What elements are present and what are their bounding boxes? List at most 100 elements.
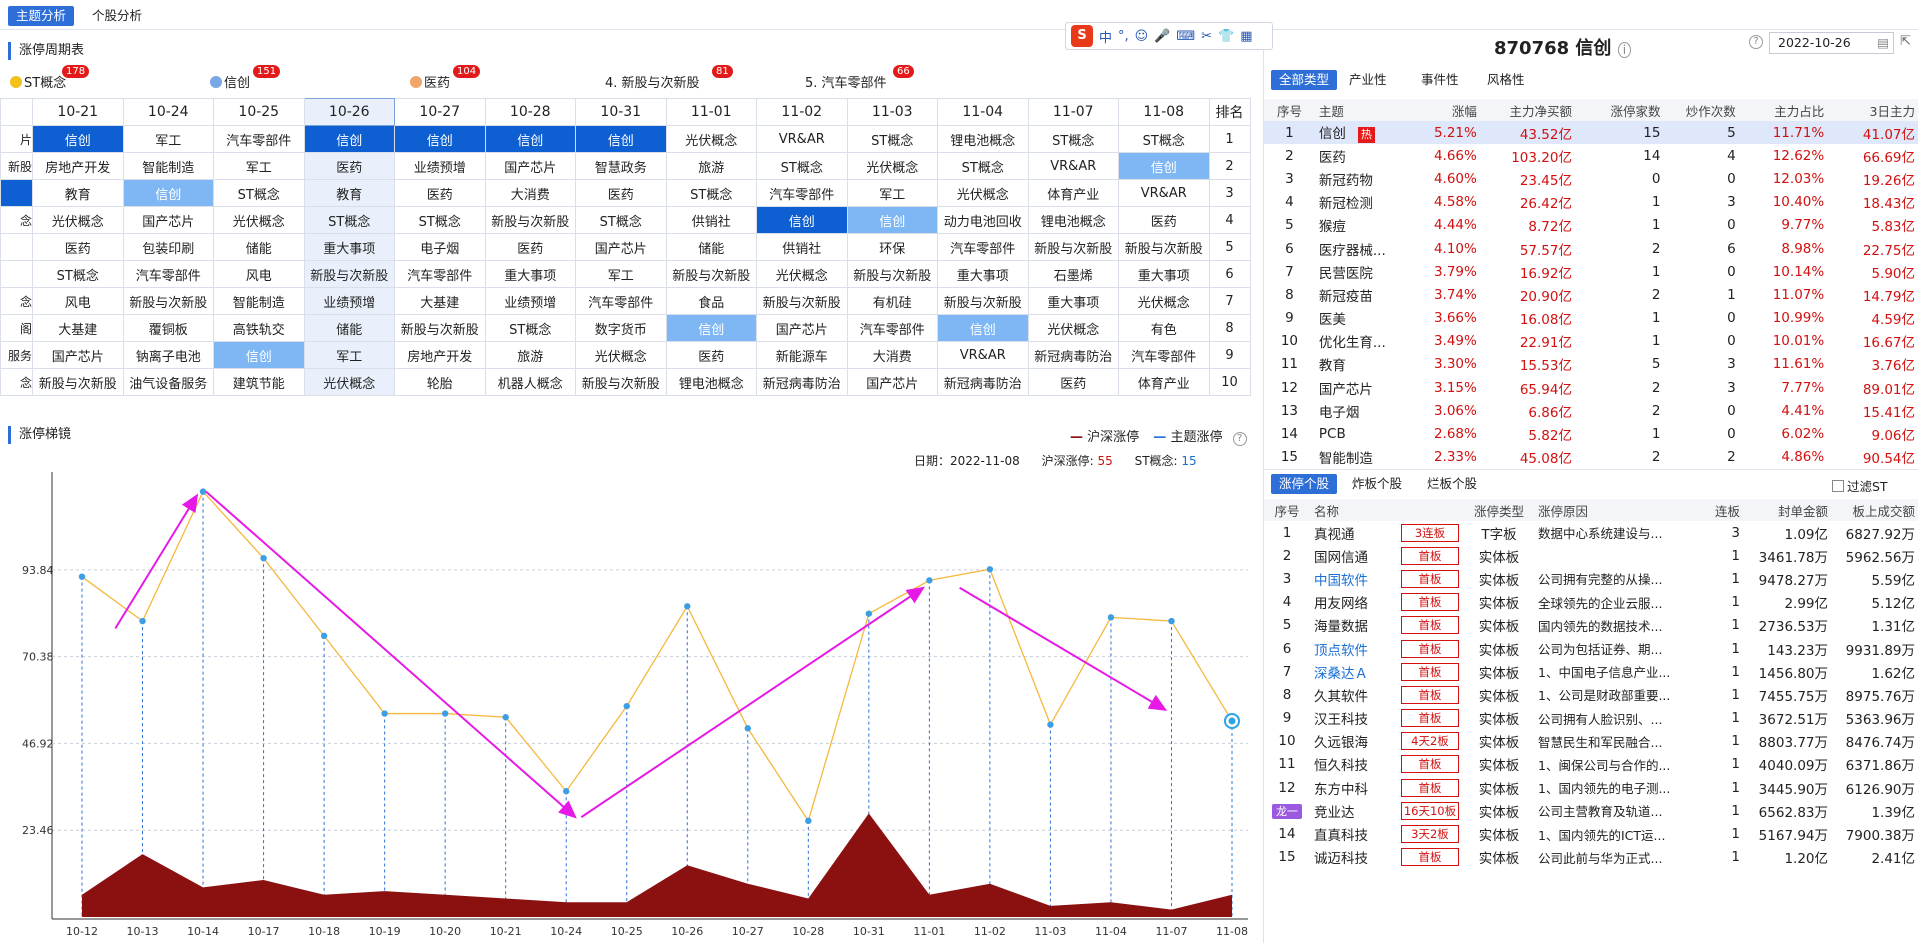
grid-theme-cell[interactable]: 新股与次新股: [575, 368, 667, 396]
grid-theme-cell[interactable]: 储能: [303, 314, 395, 342]
grid-theme-cell[interactable]: 信创: [1118, 152, 1210, 180]
theme-col-header[interactable]: 序号: [1264, 99, 1315, 121]
info-icon[interactable]: i: [1617, 42, 1632, 58]
grid-theme-cell[interactable]: 建筑节能: [213, 368, 305, 396]
grid-theme-cell[interactable]: 新股与次新股: [303, 260, 395, 288]
theme-col-header[interactable]: 涨幅: [1414, 99, 1481, 121]
grid-theme-cell[interactable]: 光伏概念: [1027, 314, 1119, 342]
grid-theme-cell[interactable]: 光伏概念: [1118, 287, 1210, 315]
stock-row[interactable]: 1 真视通 3连板 T字板 数据中心系统建设与... 3 1.09亿 6827.92万: [1264, 521, 1918, 544]
grid-theme-cell[interactable]: 食品: [665, 287, 757, 315]
grid-theme-cell[interactable]: 汽车零部件: [937, 233, 1029, 261]
tools-icon[interactable]: ✂: [1201, 29, 1212, 44]
tab-stock-analysis[interactable]: 个股分析: [84, 6, 150, 26]
theme-col-header[interactable]: 涨停家数: [1575, 99, 1665, 121]
grid-theme-cell[interactable]: 旅游: [484, 341, 576, 369]
export-icon[interactable]: ⇱: [1900, 34, 1911, 49]
grid-theme-cell[interactable]: 大基建: [394, 287, 486, 315]
filter-st[interactable]: 过滤ST: [1832, 476, 1888, 495]
grid-theme-cell[interactable]: 信创: [394, 125, 486, 153]
grid-theme-cell[interactable]: 光伏概念: [213, 206, 305, 234]
grid-clipped-cell[interactable]: 念: [0, 206, 33, 234]
grid-clipped-cell[interactable]: 念: [0, 287, 33, 315]
stock-col-header[interactable]: 序号: [1264, 499, 1310, 521]
grid-date-header[interactable]: 11-04: [937, 98, 1029, 126]
hot-theme-2[interactable]: 信创 151: [210, 65, 281, 91]
theme-point[interactable]: [563, 788, 570, 795]
grid-theme-cell[interactable]: 体育产业: [1027, 179, 1119, 207]
grid-clipped-cell[interactable]: 念: [0, 368, 33, 396]
grid-theme-cell[interactable]: 信创: [213, 341, 305, 369]
filter-st-checkbox[interactable]: [1832, 480, 1844, 492]
stock-row[interactable]: 12 东方中科 首板 实体板 1、国内领先的电子测... 1 3445.90万 6126.90…: [1264, 776, 1918, 799]
grid-theme-cell[interactable]: 油气设备服务: [122, 368, 214, 396]
grid-theme-cell[interactable]: 大消费: [484, 179, 576, 207]
grid-theme-cell[interactable]: 信创: [575, 125, 667, 153]
stock-row[interactable]: 5 海量数据 首板 实体板 国内领先的数据技术... 1 2736.53万 1.31亿: [1264, 614, 1918, 637]
grid-theme-cell[interactable]: 信创: [756, 206, 848, 234]
theme-row[interactable]: 1 信创热 5.21% 43.52亿 15 5 11.71% 41.07亿: [1264, 121, 1918, 145]
grid-theme-cell[interactable]: 高铁轨交: [213, 314, 305, 342]
grid-theme-cell[interactable]: 业绩预增: [303, 287, 395, 315]
grid-theme-cell[interactable]: 新股与次新股: [1027, 233, 1119, 261]
theme-point[interactable]: [1168, 617, 1175, 625]
punctuation-icon[interactable]: °,: [1118, 29, 1129, 44]
grid-date-header[interactable]: 10-21: [32, 98, 124, 126]
theme-row[interactable]: 3 新冠药物 4.60% 23.45亿 0 0 12.03% 19.26亿: [1264, 167, 1918, 190]
grid-theme-cell[interactable]: 新股与次新股: [32, 368, 124, 396]
theme-row[interactable]: 15 智能制造 2.33% 45.08亿 2 2 4.86% 90.54亿: [1264, 446, 1918, 469]
theme-row[interactable]: 13 电子烟 3.06% 6.86亿 2 0 4.41% 15.41亿: [1264, 399, 1918, 422]
grid-theme-cell[interactable]: 轮胎: [394, 368, 486, 396]
type-tab-3[interactable]: 事件性: [1413, 70, 1467, 90]
grid-date-header[interactable]: 11-02: [756, 98, 848, 126]
theme-point[interactable]: [260, 554, 267, 562]
stock-col-header[interactable]: [1396, 499, 1464, 521]
grid-theme-cell[interactable]: 国产芯片: [575, 233, 667, 261]
stock-row[interactable]: 7 深桑达Ａ 首板 实体板 1、中国电子信息产业... 1 1456.80万 1.62亿: [1264, 660, 1918, 683]
grid-theme-cell[interactable]: 体育产业: [1118, 368, 1210, 396]
grid-theme-cell[interactable]: 电子烟: [394, 233, 486, 261]
grid-theme-cell[interactable]: 新股与次新股: [846, 260, 938, 288]
grid-theme-cell[interactable]: 国产芯片: [846, 368, 938, 396]
stock-col-header[interactable]: 板上成交额: [1832, 499, 1918, 521]
grid-clipped-cell[interactable]: [0, 179, 33, 207]
grid-theme-cell[interactable]: 医药: [1027, 368, 1119, 396]
grid-theme-cell[interactable]: 军工: [303, 341, 395, 369]
ime-toolbar[interactable]: S 中 °, ☺ 🎤 ⌨ ✂ 👕 ▦: [1065, 22, 1273, 50]
stock-row[interactable]: 6 顶点软件 首板 实体板 公司为包括证券、期... 1 143.23万 9931.89万: [1264, 637, 1918, 660]
grid-theme-cell[interactable]: 国产芯片: [756, 314, 848, 342]
theme-point[interactable]: [320, 632, 328, 640]
grid-theme-cell[interactable]: 数字货币: [575, 314, 667, 342]
grid-theme-cell[interactable]: 汽车零部件: [575, 287, 667, 315]
grid-theme-cell[interactable]: 业绩预增: [394, 152, 486, 180]
tab-theme-analysis[interactable]: 主题分析: [8, 6, 75, 26]
theme-point[interactable]: [1047, 721, 1054, 728]
stock-tab-3[interactable]: 烂板个股: [1419, 474, 1485, 494]
grid-clipped-cell[interactable]: [0, 233, 33, 261]
grid-theme-cell[interactable]: ST概念: [937, 152, 1029, 180]
grid-theme-cell[interactable]: 新股与次新股: [484, 206, 576, 234]
stock-row[interactable]: 4 用友网络 首板 实体板 全球领先的企业云服... 1 2.99亿 5.12亿: [1264, 591, 1918, 614]
theme-row[interactable]: 4 新冠检测 4.58% 26.42亿 1 3 10.40% 18.43亿: [1264, 191, 1918, 214]
grid-theme-cell[interactable]: 供销社: [756, 233, 848, 261]
grid-theme-cell[interactable]: 医药: [32, 233, 124, 261]
hot-theme-3[interactable]: 医药 104: [410, 65, 481, 91]
grid-theme-cell[interactable]: VR&AR: [1118, 179, 1210, 207]
stock-row[interactable]: 15 诚迈科技 首板 实体板 公司此前与华为正式... 1 1.20亿 2.41亿: [1264, 846, 1918, 869]
type-tab-2[interactable]: 产业性: [1341, 70, 1395, 90]
theme-point[interactable]: [684, 603, 691, 610]
grid-clipped-cell[interactable]: 新股: [0, 152, 33, 180]
theme-col-header[interactable]: 炒作次数: [1664, 99, 1740, 121]
grid-theme-cell[interactable]: 医药: [575, 179, 667, 207]
grid-theme-cell[interactable]: 新能源车: [756, 341, 848, 369]
grid-theme-cell[interactable]: 国产芯片: [32, 341, 124, 369]
grid-date-header[interactable]: 10-26: [303, 98, 395, 126]
grid-theme-cell[interactable]: ST概念: [665, 179, 757, 207]
grid-theme-cell[interactable]: VR&AR: [756, 125, 848, 153]
theme-col-header[interactable]: 主题: [1314, 99, 1415, 121]
grid-theme-cell[interactable]: 环保: [846, 233, 938, 261]
grid-theme-cell[interactable]: 重大事项: [1027, 287, 1119, 315]
grid-theme-cell[interactable]: 智能制造: [213, 287, 305, 315]
type-tab-1[interactable]: 全部类型: [1271, 70, 1338, 90]
grid-theme-cell[interactable]: 业绩预增: [484, 287, 576, 315]
